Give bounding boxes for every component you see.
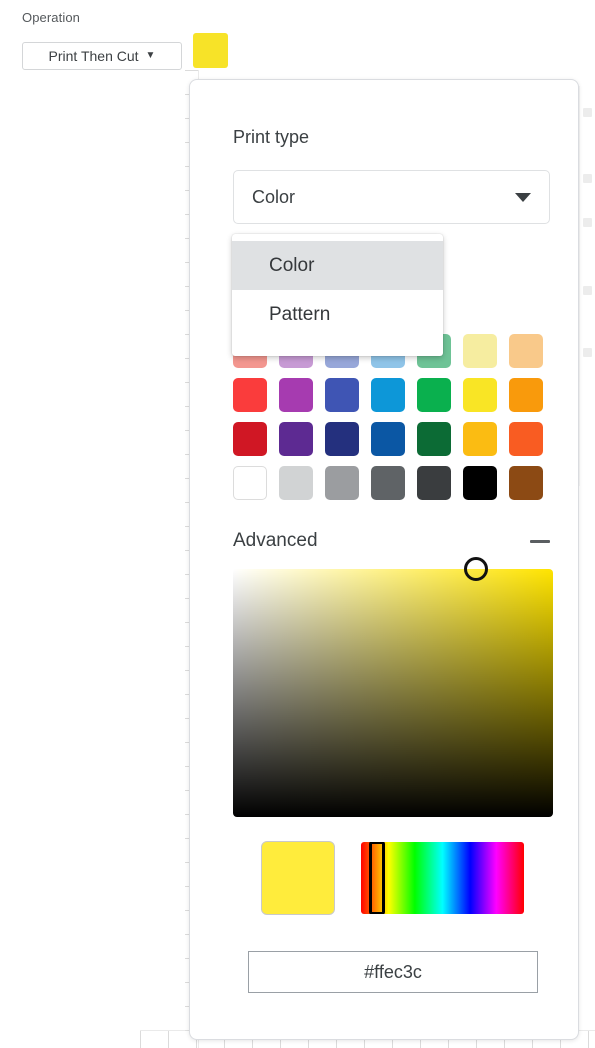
print-type-option-color[interactable]: Color (232, 241, 443, 290)
color-swatch[interactable] (233, 378, 267, 412)
color-swatch[interactable] (509, 422, 543, 456)
print-type-option-pattern[interactable]: Pattern (232, 290, 443, 339)
chevron-down-icon: ▼ (145, 50, 156, 61)
ghost-mark-icon (583, 174, 592, 183)
print-type-option-label: Pattern (269, 303, 331, 325)
saturation-value-cursor[interactable] (464, 557, 489, 581)
app-root: Operation Print Then Cut ▼ Print type Co… (0, 0, 595, 1048)
ghost-mark-icon (583, 218, 592, 227)
operation-dropdown-value: Print Then Cut (48, 48, 139, 64)
panel-title: Print type (233, 127, 310, 147)
ghost-mark-icon (583, 348, 592, 357)
color-swatch[interactable] (417, 466, 451, 500)
operation-dropdown[interactable]: Print Then Cut ▼ (22, 42, 182, 70)
color-swatch[interactable] (279, 422, 313, 456)
print-type-option-list: Color Pattern (232, 234, 443, 356)
color-preview-swatch (261, 841, 335, 915)
advanced-section-header: Advanced (233, 530, 550, 552)
color-swatch[interactable] (325, 466, 359, 500)
color-swatch[interactable] (463, 334, 497, 368)
color-swatch[interactable] (325, 378, 359, 412)
offscreen-panel-edge (579, 86, 595, 486)
print-type-select[interactable]: Color (233, 170, 550, 224)
ghost-mark-icon (583, 286, 592, 295)
advanced-title: Advanced (233, 530, 318, 551)
color-swatch[interactable] (509, 378, 543, 412)
hex-color-value: #ffec3c (364, 961, 422, 982)
color-swatch[interactable] (509, 334, 543, 368)
chevron-down-icon (515, 192, 531, 202)
color-swatch[interactable] (463, 422, 497, 456)
color-swatch[interactable] (417, 422, 451, 456)
color-swatch[interactable] (371, 422, 405, 456)
operation-color-chip[interactable] (193, 33, 228, 68)
color-swatch[interactable] (279, 466, 313, 500)
hue-slider[interactable] (361, 842, 524, 914)
print-type-option-label: Color (269, 254, 315, 276)
operation-label: Operation (22, 10, 80, 25)
color-swatch[interactable] (371, 466, 405, 500)
color-swatch[interactable] (233, 422, 267, 456)
color-swatch[interactable] (325, 422, 359, 456)
color-swatch[interactable] (509, 466, 543, 500)
color-swatch[interactable] (371, 378, 405, 412)
color-swatch-grid (233, 334, 553, 506)
color-swatch[interactable] (233, 466, 267, 500)
color-swatch[interactable] (417, 378, 451, 412)
saturation-value-area[interactable] (233, 557, 553, 817)
hex-color-input[interactable]: #ffec3c (248, 951, 538, 993)
color-swatch[interactable] (279, 378, 313, 412)
color-picker-panel: Print type Color Color Pattern Advanced (189, 79, 579, 1040)
ghost-mark-icon (583, 108, 592, 117)
color-swatch[interactable] (463, 378, 497, 412)
color-swatch[interactable] (463, 466, 497, 500)
hue-slider-thumb[interactable] (369, 842, 386, 914)
minus-icon[interactable] (530, 539, 550, 543)
print-type-select-value: Color (252, 186, 296, 207)
